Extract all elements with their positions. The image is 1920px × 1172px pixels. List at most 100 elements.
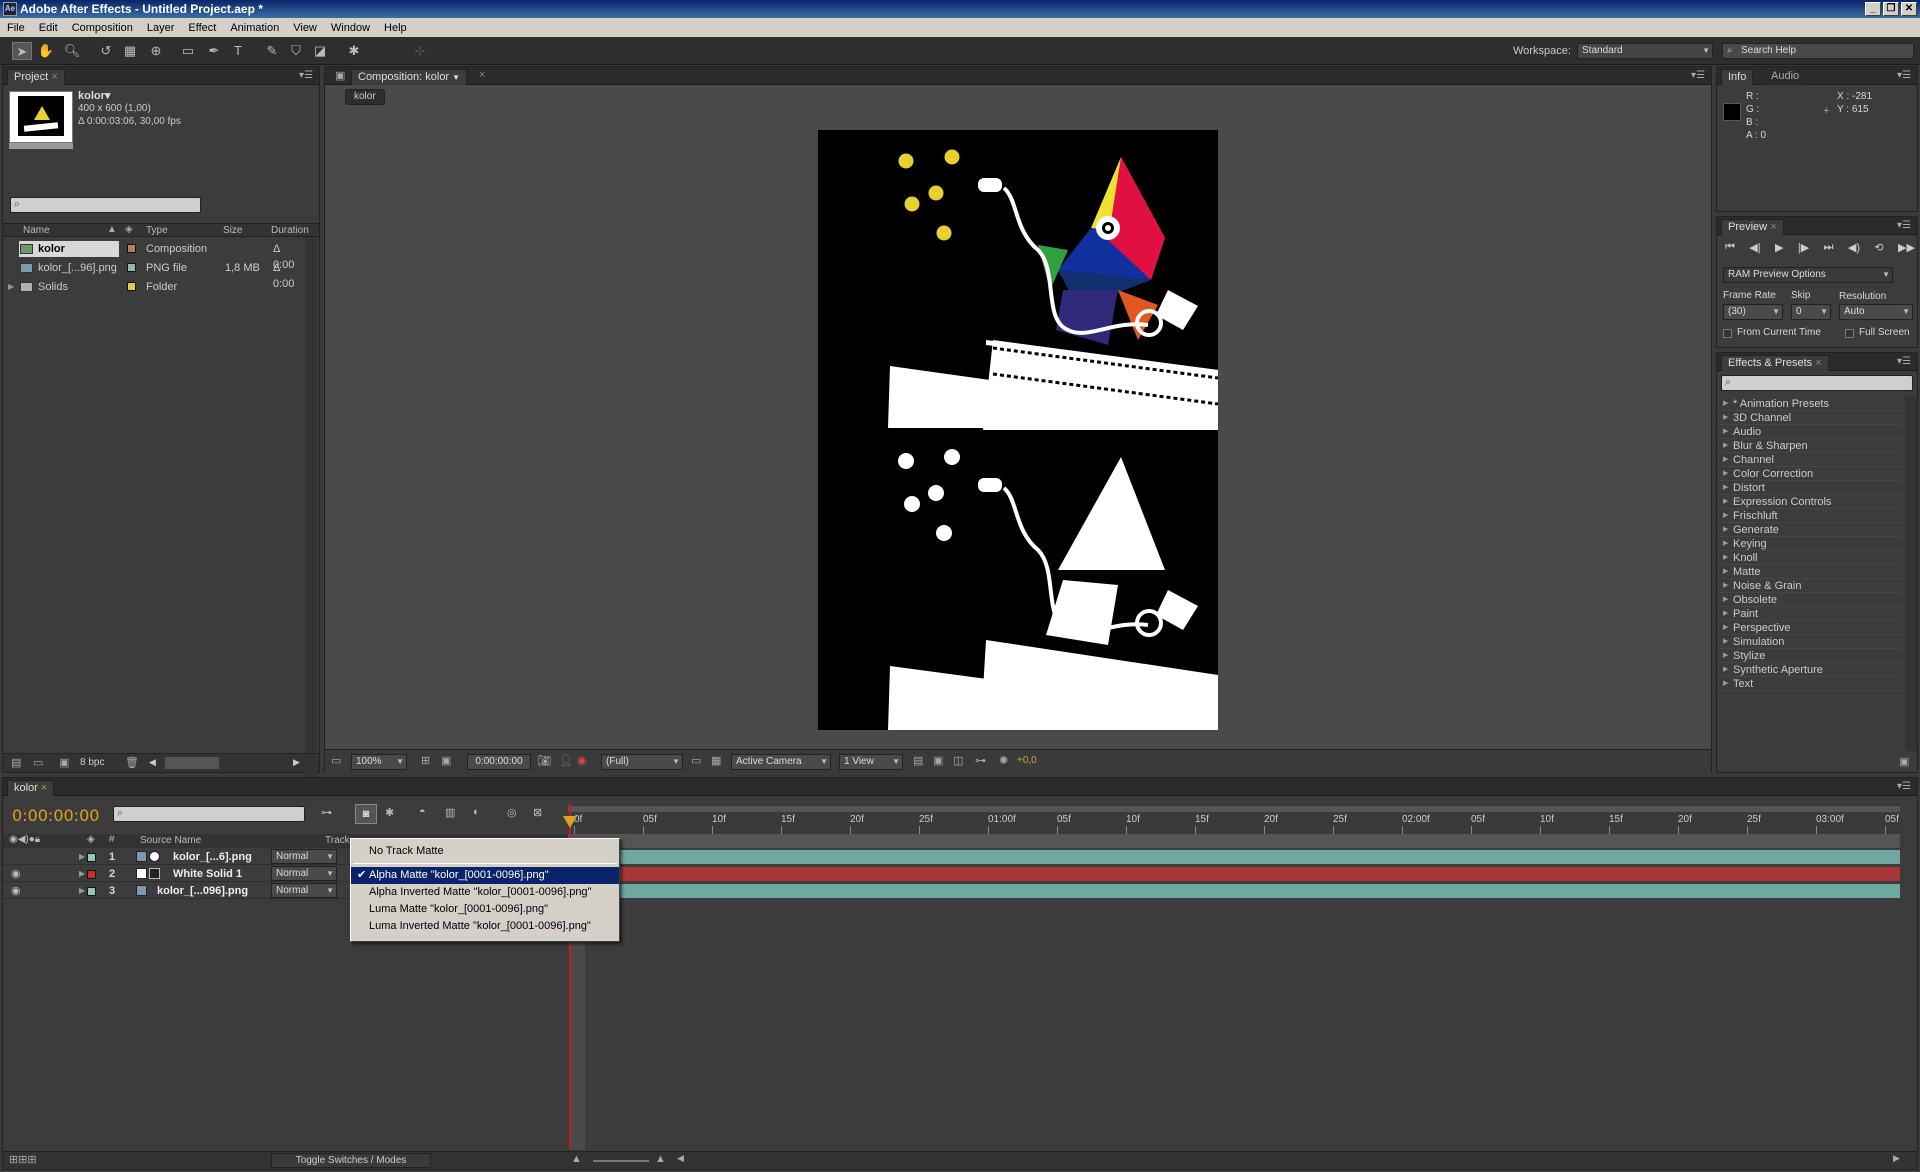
expand-arrow-icon[interactable]: ▶: [79, 866, 85, 882]
menu-effect[interactable]: Effect: [181, 22, 223, 34]
view-layout-dropdown[interactable]: 1 View: [839, 754, 903, 770]
clone-stamp-tool-icon[interactable]: ⛉: [286, 42, 306, 60]
current-time-field[interactable]: 0:00:00:00: [467, 754, 531, 770]
comp-mini-flowchart-icon[interactable]: ⊶: [321, 806, 332, 819]
rectangle-tool-icon[interactable]: ▭: [178, 42, 198, 60]
blend-mode-dropdown[interactable]: Normal: [271, 883, 337, 898]
col-size[interactable]: Size: [223, 225, 242, 236]
track-matte-header[interactable]: Track: [325, 835, 350, 846]
tab-composition[interactable]: Composition: kolor ▼: [351, 69, 468, 85]
channel-icon[interactable]: ◉: [577, 754, 587, 767]
timeline-search-input[interactable]: ⌕: [113, 806, 305, 822]
source-name-header[interactable]: Source Name: [140, 835, 201, 846]
panel-menu-icon[interactable]: ▾☰: [1897, 70, 1911, 81]
puppet-tool-icon[interactable]: ✱: [344, 42, 364, 60]
lock-icon[interactable]: ▣: [335, 69, 345, 82]
full-screen-checkbox[interactable]: [1845, 329, 1854, 338]
menu-composition[interactable]: Composition: [65, 22, 140, 34]
comp-viewer-canvas[interactable]: [818, 130, 1218, 730]
blend-mode-dropdown[interactable]: Normal: [271, 849, 337, 864]
effect-category[interactable]: Obsolete: [1719, 593, 1903, 607]
workspace-dropdown[interactable]: Standard: [1577, 43, 1713, 59]
timeline-current-time[interactable]: 0:00:00:00: [12, 806, 99, 825]
zoom-slider[interactable]: [593, 1160, 649, 1162]
previous-frame-icon[interactable]: ◀|: [1749, 241, 1760, 257]
motion-blur-icon[interactable]: ◐: [473, 806, 480, 818]
project-item-solids[interactable]: ▶ Solids Folder: [3, 279, 303, 295]
maximize-button[interactable]: ❐: [1883, 2, 1899, 16]
loop-icon[interactable]: ⟲: [1874, 241, 1883, 257]
frame-blending-icon[interactable]: ▥: [445, 806, 455, 819]
tab-info[interactable]: Info: [1721, 69, 1754, 85]
zoom-in-icon[interactable]: ▲: [655, 1153, 666, 1165]
menu-layer[interactable]: Layer: [140, 22, 182, 34]
effect-category[interactable]: Knoll: [1719, 551, 1903, 565]
effect-category[interactable]: Text: [1719, 677, 1903, 691]
toggle-switches-modes-button[interactable]: Toggle Switches / Modes: [271, 1153, 431, 1168]
scroll-right-icon[interactable]: ▶: [293, 757, 300, 768]
panel-menu-icon[interactable]: ▾☰: [299, 70, 313, 81]
from-current-time-checkbox[interactable]: [1723, 329, 1732, 338]
panel-menu-icon[interactable]: ▾☰: [1897, 356, 1911, 367]
comp-breadcrumb[interactable]: kolor: [345, 89, 385, 105]
hide-shy-layers-icon[interactable]: ◓: [419, 806, 426, 818]
menu-help[interactable]: Help: [377, 22, 414, 34]
snapshot-icon[interactable]: 📷︎: [537, 754, 551, 767]
expand-arrow-icon[interactable]: ▶: [8, 279, 14, 295]
layer-label-swatch[interactable]: [87, 870, 96, 879]
work-area-bar[interactable]: [568, 806, 1900, 812]
audio-icon[interactable]: ◀): [1848, 241, 1860, 257]
effect-category[interactable]: Noise & Grain: [1719, 579, 1903, 593]
last-frame-icon[interactable]: ⏭: [1824, 241, 1834, 257]
layer-switches-icon[interactable]: ⊞⊞⊞: [9, 1153, 37, 1166]
project-item-png[interactable]: kolor_[...96].png PNG file 1,8 MB Δ 0:00: [3, 260, 303, 290]
menu-no-track-matte[interactable]: No Track Matte: [351, 843, 619, 860]
minimize-button[interactable]: _: [1865, 2, 1881, 16]
scroll-left-icon[interactable]: ◀: [149, 757, 156, 768]
col-duration[interactable]: Duration: [271, 225, 309, 236]
effect-category[interactable]: Keying: [1719, 537, 1903, 551]
zoom-tool-icon[interactable]: 🔍︎: [62, 42, 82, 60]
preview-resolution-dropdown[interactable]: Auto: [1839, 304, 1913, 320]
region-of-interest-icon[interactable]: ▭: [691, 754, 701, 767]
effect-category[interactable]: Expression Controls: [1719, 495, 1903, 509]
safe-zones-icon[interactable]: ⊞: [421, 754, 430, 767]
effects-search-input[interactable]: ⌕: [1721, 375, 1913, 391]
graph-editor-icon[interactable]: ⊠: [533, 806, 542, 819]
menu-alpha-inverted-matte[interactable]: Alpha Inverted Matte "kolor_[0001-0096].…: [351, 884, 619, 901]
project-search-input[interactable]: ⌕: [10, 197, 201, 213]
menu-animation[interactable]: Animation: [223, 22, 286, 34]
effect-category[interactable]: Simulation: [1719, 635, 1903, 649]
show-snapshot-icon[interactable]: 👤︎: [559, 754, 573, 767]
exposure-value[interactable]: +0,0: [1017, 755, 1037, 766]
mask-visibility-icon[interactable]: ▣: [441, 754, 451, 767]
tab-preview[interactable]: Preview ×: [1721, 219, 1784, 235]
menu-alpha-matte[interactable]: ✔ Alpha Matte "kolor_[0001-0096].png": [351, 867, 619, 884]
effect-category[interactable]: Channel: [1719, 453, 1903, 467]
ram-preview-icon[interactable]: ▶▶: [1898, 241, 1915, 257]
flowchart-icon[interactable]: ⊶: [975, 754, 986, 767]
pen-tool-icon[interactable]: ✒: [204, 42, 224, 60]
effect-category[interactable]: * Animation Presets: [1719, 397, 1903, 411]
layer-label-swatch[interactable]: [87, 887, 96, 896]
pan-behind-tool-icon[interactable]: ⊕: [146, 42, 166, 60]
visibility-eye-icon[interactable]: ◉: [11, 883, 21, 899]
layer-label-swatch[interactable]: [87, 853, 96, 862]
draft-3d-icon[interactable]: ✱: [385, 806, 394, 819]
layer-bar-2[interactable]: [568, 867, 1900, 881]
col-type[interactable]: Type: [146, 225, 168, 236]
project-item-kolor[interactable]: kolor Composition Δ 0:00: [3, 241, 303, 271]
hand-tool-icon[interactable]: ✋: [36, 42, 56, 60]
expand-arrow-icon[interactable]: ▶: [79, 849, 85, 865]
rotate-tool-icon[interactable]: ↺: [96, 42, 116, 60]
effect-category[interactable]: Audio: [1719, 425, 1903, 439]
fast-previews-icon[interactable]: ▣: [933, 754, 943, 767]
ram-preview-options-dropdown[interactable]: RAM Preview Options: [1723, 267, 1893, 283]
tab-timeline-kolor[interactable]: kolor ×: [7, 780, 55, 796]
effect-category[interactable]: Generate: [1719, 523, 1903, 537]
resolution-dropdown[interactable]: (Full): [601, 754, 683, 770]
tab-audio[interactable]: Audio: [1765, 69, 1806, 85]
effect-category[interactable]: Color Correction: [1719, 467, 1903, 481]
first-frame-icon[interactable]: ⏮: [1725, 241, 1735, 257]
layer-row-3[interactable]: ◉ ▶ 3 kolor_[...096].png Normal: [3, 883, 353, 899]
